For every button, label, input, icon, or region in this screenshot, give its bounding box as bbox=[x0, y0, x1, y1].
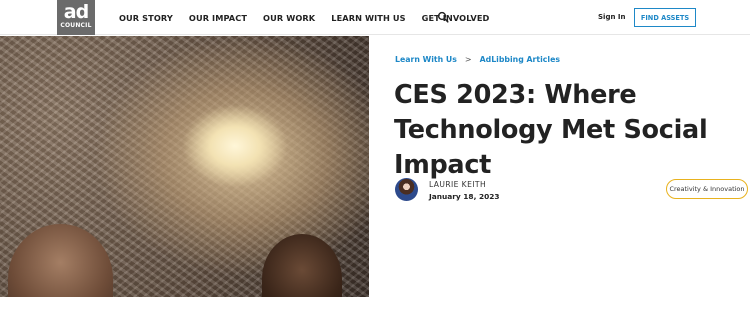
person-silhouette bbox=[8, 224, 113, 297]
publish-date: January 18, 2023 bbox=[429, 192, 500, 201]
nav-our-impact[interactable]: OUR IMPACT bbox=[189, 13, 247, 23]
nav-get-involved[interactable]: GET INVOLVED bbox=[422, 13, 490, 23]
logo-line2: COUNCIL bbox=[60, 22, 92, 29]
breadcrumb-learn-with-us[interactable]: Learn With Us bbox=[395, 55, 457, 64]
nav-learn-with-us[interactable]: LEARN WITH US bbox=[331, 13, 405, 23]
find-assets-button[interactable]: FIND ASSETS bbox=[634, 8, 696, 27]
breadcrumb: Learn With Us > AdLibbing Articles bbox=[395, 55, 560, 64]
search-icon[interactable] bbox=[437, 11, 449, 23]
hero-image bbox=[0, 36, 369, 297]
category-tag[interactable]: Creativity & Innovation bbox=[666, 179, 748, 199]
nav-our-story[interactable]: OUR STORY bbox=[119, 13, 173, 23]
ad-council-logo[interactable]: ad COUNCIL bbox=[57, 0, 95, 35]
logo-line1: ad bbox=[63, 1, 89, 23]
author-avatar bbox=[395, 178, 418, 201]
sign-in-link[interactable]: Sign In bbox=[598, 13, 625, 21]
nav-our-work[interactable]: OUR WORK bbox=[263, 13, 315, 23]
breadcrumb-adlibbing-articles[interactable]: AdLibbing Articles bbox=[480, 55, 560, 64]
person-silhouette bbox=[262, 234, 342, 297]
author-name: LAURIE KEITH bbox=[429, 180, 487, 189]
site-header: ad COUNCIL OUR STORY OUR IMPACT OUR WORK… bbox=[0, 0, 750, 35]
article-title: CES 2023: Where Technology Met Social Im… bbox=[394, 80, 708, 180]
breadcrumb-separator: > bbox=[464, 55, 472, 64]
